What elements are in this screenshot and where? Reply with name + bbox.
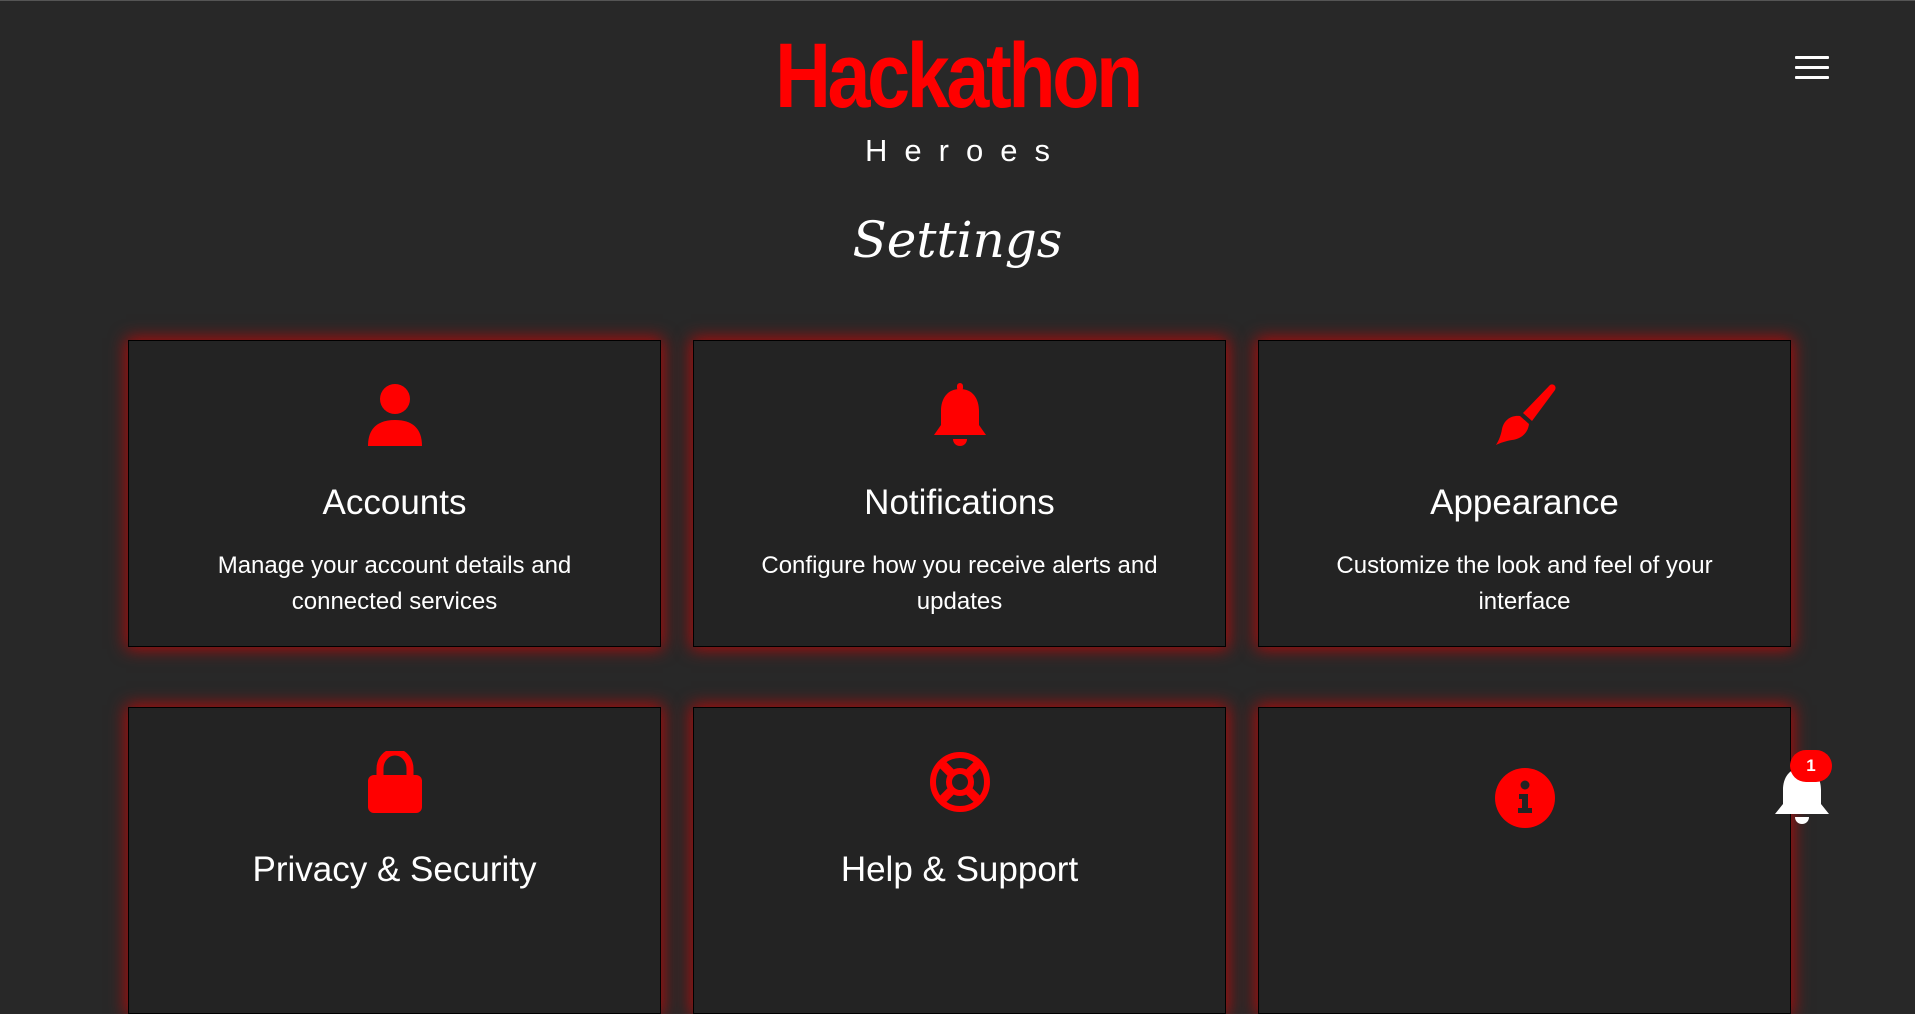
card-title: Notifications [864,483,1055,522]
logo-subtitle: Heroes [865,133,1067,168]
bell-icon [694,383,1225,447]
settings-card-about[interactable] [1258,707,1791,1014]
site-header: Hackathon Heroes [0,0,1915,170]
hamburger-menu-icon[interactable] [1795,56,1829,80]
card-title: Privacy & Security [252,850,537,889]
card-title: Help & Support [840,850,1079,889]
logo-title[interactable]: Hackathon [153,30,1762,122]
card-title: Accounts [322,483,467,522]
settings-card-help-support[interactable]: Help & Support [693,707,1226,1014]
paintbrush-icon [1259,383,1790,447]
notification-count-badge: 1 [1790,750,1832,782]
card-description: Manage your account details and connecte… [217,552,572,615]
settings-card-appearance[interactable]: Appearance Customize the look and feel o… [1258,340,1791,647]
lock-icon [129,750,660,814]
page-title: Settings [852,211,1063,269]
lifebuoy-icon [694,750,1225,814]
user-icon [129,383,660,447]
settings-card-accounts[interactable]: Accounts Manage your account details and… [128,340,661,647]
card-description: Configure how you receive alerts and upd… [761,552,1158,615]
card-title: Appearance [1430,483,1619,522]
settings-card-privacy-security[interactable]: Privacy & Security [128,707,661,1014]
settings-card-notifications[interactable]: Notifications Configure how you receive … [693,340,1226,647]
card-description: Customize the look and feel of your inte… [1336,552,1713,615]
info-circle-icon [1259,766,1790,830]
